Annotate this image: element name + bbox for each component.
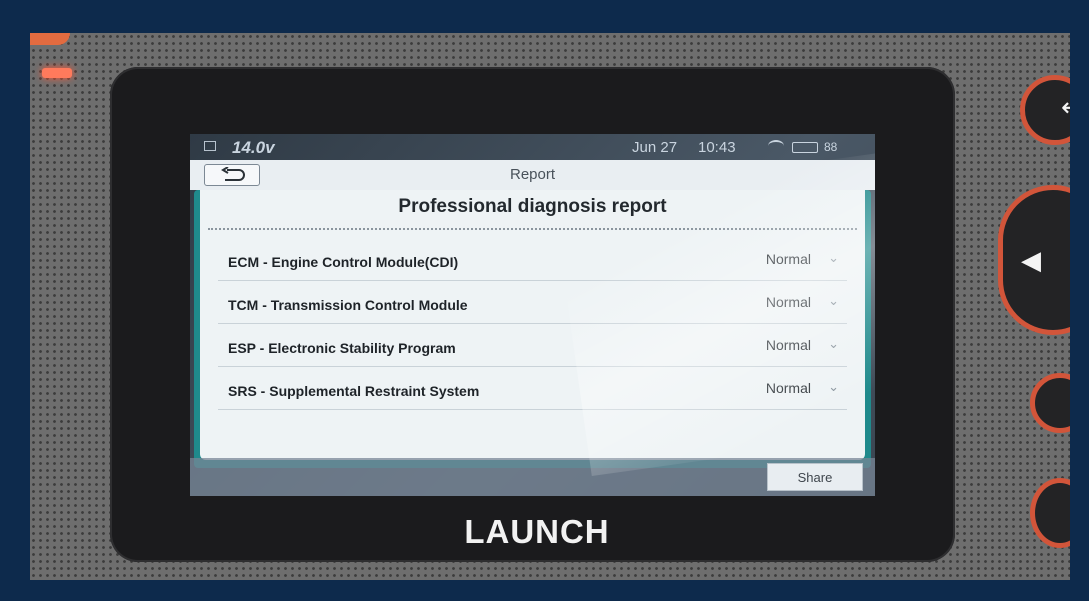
- chevron-down-icon[interactable]: ⌄: [828, 379, 839, 395]
- battery-voltage: 14.0v: [232, 138, 275, 157]
- hardware-dpad[interactable]: ◀: [998, 185, 1070, 335]
- report-heading: Professional diagnosis report: [398, 196, 667, 217]
- chevron-down-icon[interactable]: ⌄: [828, 293, 839, 309]
- bottom-action-bar: Share: [190, 458, 875, 496]
- hardware-power-button[interactable]: [1030, 478, 1070, 548]
- status-time: 10:43: [698, 139, 736, 156]
- chevron-down-icon[interactable]: ⌄: [828, 336, 839, 352]
- module-row-ecm[interactable]: ECM - Engine Control Module(CDI) Normal …: [218, 238, 847, 281]
- module-name: TCM - Transmission Control Module: [228, 297, 468, 313]
- return-icon: ↩: [1061, 92, 1070, 123]
- sim-icon: [204, 141, 216, 151]
- module-status: Normal: [765, 294, 811, 310]
- module-name: SRS - Supplemental Restraint System: [228, 383, 480, 399]
- wifi-icon: [768, 140, 784, 152]
- left-arrow-icon: ◀: [1021, 245, 1041, 275]
- hardware-ok-button[interactable]: [1030, 373, 1070, 433]
- report-panel: Professional diagnosis report ECM - Engi…: [200, 190, 865, 460]
- dotted-divider: [208, 228, 857, 230]
- status-bar: 14.0v Jun 27 10:43 88: [190, 134, 875, 160]
- battery-icon: [792, 142, 818, 153]
- module-status: Normal: [765, 251, 811, 267]
- brand-logo: LAUNCH: [464, 513, 610, 550]
- device-photo: 14.0v Jun 27 10:43 88 Report Professiona…: [30, 33, 1070, 580]
- battery-level: 88: [824, 140, 838, 154]
- corner-accent: [30, 33, 70, 45]
- page-title: Report: [509, 166, 556, 183]
- hardware-return-button[interactable]: ↩: [1020, 75, 1070, 145]
- module-status: Normal: [765, 337, 811, 353]
- module-name: ECM - Engine Control Module(CDI): [228, 254, 459, 270]
- status-date: Jun 27: [632, 139, 678, 156]
- module-row-esp[interactable]: ESP - Electronic Stability Program Norma…: [218, 324, 847, 367]
- module-status: Normal: [765, 380, 811, 396]
- chevron-down-icon[interactable]: ⌄: [828, 250, 839, 266]
- module-row-tcm[interactable]: TCM - Transmission Control Module Normal…: [218, 281, 847, 324]
- device-screen: 14.0v Jun 27 10:43 88 Report Professiona…: [190, 134, 875, 496]
- title-bar: Report: [190, 160, 875, 190]
- module-row-srs[interactable]: SRS - Supplemental Restraint System Norm…: [218, 367, 847, 410]
- module-name: ESP - Electronic Stability Program: [228, 340, 456, 356]
- share-button[interactable]: Share: [767, 463, 863, 491]
- module-list: ECM - Engine Control Module(CDI) Normal …: [200, 238, 865, 410]
- status-led: [42, 68, 72, 78]
